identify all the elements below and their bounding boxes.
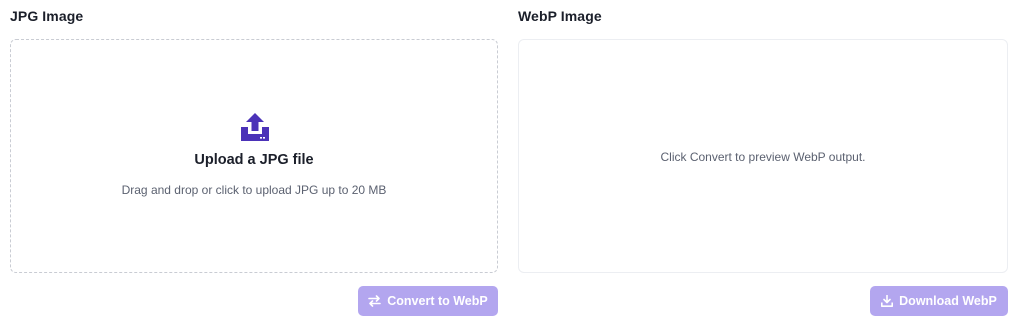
webp-preview-area: Click Convert to preview WebP output. — [518, 39, 1008, 273]
download-button[interactable]: Download WebP — [870, 286, 1008, 316]
swap-arrows-icon — [368, 295, 382, 307]
upload-title: Upload a JPG file — [194, 152, 314, 168]
download-button-label: Download WebP — [899, 294, 997, 308]
converter-root: JPG Image Upload a JPG file Drag and dro… — [0, 0, 1024, 324]
input-panel-title: JPG Image — [10, 8, 84, 24]
upload-icon — [241, 113, 269, 141]
output-panel-title: WebP Image — [518, 8, 602, 24]
convert-button[interactable]: Convert to WebP — [358, 286, 498, 316]
preview-placeholder-text: Click Convert to preview WebP output. — [660, 150, 866, 164]
upload-dropzone[interactable]: Upload a JPG file Drag and drop or click… — [10, 39, 498, 273]
convert-button-label: Convert to WebP — [387, 294, 488, 308]
upload-hint: Drag and drop or click to upload JPG up … — [121, 183, 387, 197]
download-icon — [881, 295, 894, 307]
